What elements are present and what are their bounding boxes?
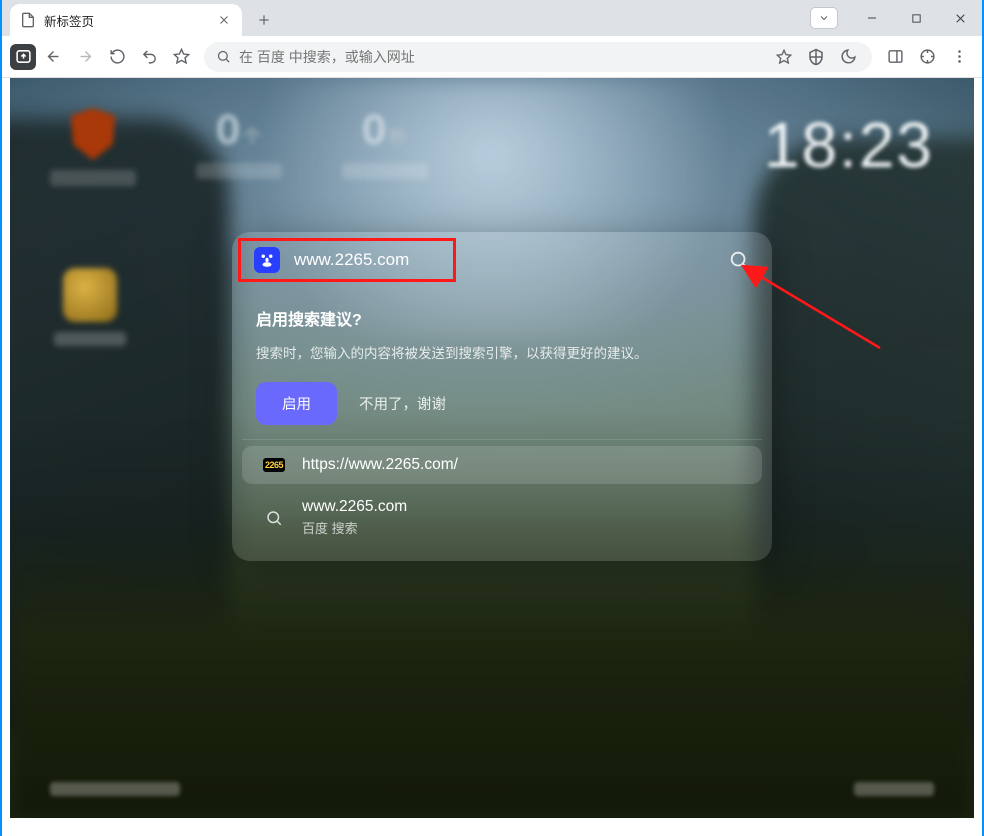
- browser-tab[interactable]: 新标签页: [10, 4, 242, 36]
- reload-button[interactable]: [102, 42, 132, 72]
- blocked-shield-stat: [50, 108, 136, 186]
- suggestion-item-search[interactable]: www.2265.com 百度 搜索: [242, 488, 762, 547]
- prompt-title: 启用搜索建议?: [256, 306, 748, 330]
- extensions-button[interactable]: [912, 42, 942, 72]
- search-suggestions-prompt: 启用搜索建议? 搜索时，您输入的内容将被发送到搜索引擎，以获得更好的建议。 启用…: [232, 288, 772, 425]
- bookmark-star-button[interactable]: [166, 42, 196, 72]
- search-panel: www.2265.com 启用搜索建议? 搜索时，您输入的内容将被发送到搜索引擎…: [232, 232, 772, 561]
- new-tab-button[interactable]: [250, 6, 278, 34]
- clock: 18:23: [764, 108, 934, 182]
- search-row[interactable]: www.2265.com: [232, 232, 772, 288]
- tab-title: 新标签页: [44, 11, 208, 30]
- site-favicon-2265: 2265: [262, 458, 286, 472]
- window-minimize-button[interactable]: [850, 0, 894, 36]
- tab-strip: 新标签页: [2, 0, 982, 36]
- forward-button[interactable]: [70, 42, 100, 72]
- bottom-caption-right: [854, 782, 934, 796]
- stats-row: 0个 0秒: [50, 108, 428, 186]
- undo-button[interactable]: [134, 42, 164, 72]
- search-icon: [262, 509, 286, 527]
- search-query-text: www.2265.com: [294, 250, 714, 270]
- bottom-caption-left: [50, 782, 180, 796]
- upload-icon[interactable]: [10, 44, 36, 70]
- suggestion-subtext: 百度 搜索: [302, 518, 407, 537]
- suggestion-text: https://www.2265.com/: [302, 456, 458, 474]
- enable-button[interactable]: 启用: [256, 382, 337, 425]
- tab-close-button[interactable]: [216, 12, 232, 28]
- moon-icon[interactable]: [836, 45, 860, 69]
- ntp-shortcut[interactable]: [54, 268, 126, 346]
- shield-icon[interactable]: [804, 45, 828, 69]
- stat-2: 0个: [196, 108, 282, 186]
- back-button[interactable]: [38, 42, 68, 72]
- suggestion-text: www.2265.com: [302, 498, 407, 516]
- baidu-icon: [254, 247, 280, 273]
- suggestion-item-url[interactable]: 2265 https://www.2265.com/: [242, 446, 762, 484]
- tab-search-button[interactable]: [810, 7, 838, 29]
- window-controls: [810, 0, 982, 36]
- bookmark-icon[interactable]: [772, 45, 796, 69]
- dismiss-button[interactable]: 不用了，谢谢: [359, 393, 446, 414]
- search-submit-icon[interactable]: [728, 249, 750, 271]
- menu-button[interactable]: [944, 42, 974, 72]
- page-icon: [20, 12, 36, 28]
- search-icon: [216, 49, 231, 64]
- address-bar[interactable]: [204, 42, 872, 72]
- new-tab-page: 0个 0秒 18:23 www.2265.com 启用搜索建议? 搜索时，您输入…: [10, 78, 974, 818]
- side-panel-button[interactable]: [880, 42, 910, 72]
- toolbar: [2, 36, 982, 78]
- window-close-button[interactable]: [938, 0, 982, 36]
- window-maximize-button[interactable]: [894, 0, 938, 36]
- address-input[interactable]: [239, 49, 764, 65]
- stat-3: 0秒: [342, 108, 428, 186]
- prompt-body: 搜索时，您输入的内容将被发送到搜索引擎，以获得更好的建议。: [256, 342, 748, 362]
